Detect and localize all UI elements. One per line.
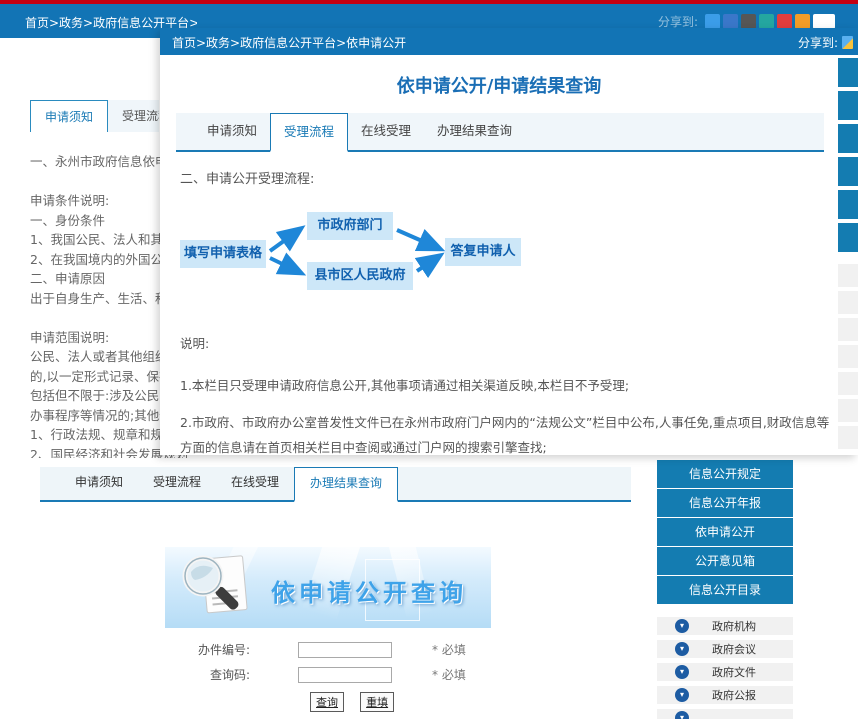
sidebar-button-disclosure-catalog[interactable]: 信息公开目录 — [657, 576, 793, 604]
query-button[interactable]: 查询 — [310, 692, 344, 712]
tab-acceptance-process[interactable]: 受理流程 — [138, 467, 216, 500]
flow-step-reply-applicant: 答复申请人 — [445, 238, 521, 266]
sidebar-button-disclosure-on-request[interactable]: 依申请公开 — [657, 518, 793, 546]
covered-accordion-sliver[interactable] — [838, 372, 858, 395]
tab-online-acceptance[interactable]: 在线受理 — [348, 113, 424, 150]
query-code-label: 查询码: — [170, 666, 250, 683]
tab-result-query[interactable]: 办理结果查询 — [294, 467, 398, 502]
share-more-button[interactable] — [813, 14, 835, 29]
note-line-2: 2.市政府、市政府办公室普发性文件已在永州市政府门户网内的“法规公文”栏目中公布… — [180, 410, 830, 460]
process-flow-diagram: 填写申请表格 市政府部门 县市区人民政府 答复申请人 — [170, 203, 550, 298]
sidebar-accordion: ▾ 政府机构 ▾ 政府会议 ▾ 政府文件 ▾ 政府公报 ▾ — [657, 617, 793, 719]
accordion-item-gov-documents[interactable]: ▾ 政府文件 — [657, 663, 793, 681]
share-label: 分享到: — [798, 34, 838, 51]
reset-button[interactable]: 重填 — [360, 692, 394, 712]
chevron-down-icon: ▾ — [675, 688, 689, 702]
page-title: 依申请公开/申请结果查询 — [160, 72, 838, 98]
query-banner: 依申请公开查询 — [165, 547, 491, 628]
flow-step-county-governments: 县市区人民政府 — [307, 262, 413, 290]
share-qzone-icon[interactable] — [795, 14, 810, 29]
share-weibo-icon[interactable] — [777, 14, 792, 29]
chevron-down-icon: ▾ — [675, 619, 689, 633]
sidebar-button-suggestion-box[interactable]: 公开意见箱 — [657, 547, 793, 575]
share-icon[interactable] — [842, 36, 853, 49]
covered-sidebar-button-sliver[interactable] — [838, 58, 858, 87]
required-hint: * 必填 — [432, 641, 466, 658]
banner-title: 依申请公开查询 — [271, 573, 467, 608]
share-baidu-icon[interactable] — [723, 14, 738, 29]
chevron-down-icon: ▾ — [675, 665, 689, 679]
accordion-label: 政府文件 — [689, 664, 793, 680]
covered-sidebar-button-sliver[interactable] — [838, 223, 858, 252]
form-buttons: 查询 重填 — [170, 691, 466, 712]
covered-sidebar-slivers — [838, 58, 858, 256]
accordion-item-gov-meetings[interactable]: ▾ 政府会议 — [657, 640, 793, 658]
page: 首页>政务>政府信息公开平台>依申请公开 分享到: 申请须知 受理流程 一、永州… — [0, 0, 858, 719]
tab-application-notice[interactable]: 申请须知 — [30, 100, 108, 132]
flow-step-fill-form: 填写申请表格 — [180, 240, 266, 268]
covered-accordion-sliver[interactable] — [838, 426, 858, 449]
section-heading: 二、申请公开受理流程: — [180, 168, 314, 187]
sidebar-button-disclosure-rules[interactable]: 信息公开规定 — [657, 460, 793, 488]
sidebar-button-annual-report[interactable]: 信息公开年报 — [657, 489, 793, 517]
tab-acceptance-process[interactable]: 受理流程 — [108, 100, 159, 132]
flow-step-city-departments: 市政府部门 — [307, 212, 393, 240]
query-code-row: 查询码: * 必填 — [170, 666, 466, 683]
tab-result-query[interactable]: 办理结果查询 — [424, 113, 525, 150]
share-wechat-icon[interactable] — [759, 14, 774, 29]
accordion-item-gov-gazette[interactable]: ▾ 政府公报 — [657, 686, 793, 704]
covered-sidebar-button-sliver[interactable] — [838, 157, 858, 186]
covered-accordion-sliver[interactable] — [838, 318, 858, 341]
query-code-input[interactable] — [298, 667, 392, 683]
covered-sidebar-button-sliver[interactable] — [838, 190, 858, 219]
covered-sidebar-button-sliver[interactable] — [838, 91, 858, 120]
magnifier-document-icon — [177, 552, 251, 628]
tab-online-acceptance[interactable]: 在线受理 — [216, 467, 294, 500]
tab-application-notice[interactable]: 申请须知 — [60, 467, 138, 500]
overlay-panel: 首页>政务>政府信息公开平台>依申请公开 分享到: 依申请公开/申请结果查询 申… — [160, 28, 858, 455]
accordion-item-gov-agencies[interactable]: ▾ 政府机构 — [657, 617, 793, 635]
overlay-tab-bar: 申请须知 受理流程 在线受理 办理结果查询 — [176, 113, 824, 152]
breadcrumb[interactable]: 首页>政务>政府信息公开平台>依申请公开 — [172, 34, 406, 51]
tab-acceptance-process[interactable]: 受理流程 — [270, 113, 348, 152]
note-line-1: 1.本栏目只受理申请政府信息公开,其他事项请通过相关渠道反映,本栏目不予受理; — [180, 375, 830, 394]
share-bar: 分享到: — [798, 34, 853, 51]
accordion-label: 政府机构 — [689, 618, 793, 634]
accordion-item-partial[interactable]: ▾ — [657, 709, 793, 719]
chevron-down-icon: ▾ — [675, 642, 689, 656]
notes-title: 说明: — [180, 333, 209, 352]
covered-sidebar-button-sliver[interactable] — [838, 124, 858, 153]
overlay-breadcrumb-bar: 首页>政务>政府信息公开平台>依申请公开 分享到: — [160, 28, 858, 55]
required-hint: * 必填 — [432, 666, 466, 683]
covered-accordion-sliver[interactable] — [838, 264, 858, 287]
case-number-row: 办件编号: * 必填 — [170, 641, 466, 658]
background-tab-bar: 申请须知 受理流程 — [30, 100, 159, 132]
covered-accordion-slivers — [838, 264, 858, 453]
case-number-input[interactable] — [298, 642, 392, 658]
accordion-label: 政府公报 — [689, 687, 793, 703]
share-douban-icon[interactable] — [741, 14, 756, 29]
result-query-form: 办件编号: * 必填 查询码: * 必填 查询 重填 — [170, 641, 466, 712]
covered-accordion-sliver[interactable] — [838, 291, 858, 314]
covered-accordion-sliver[interactable] — [838, 345, 858, 368]
accordion-label: 政府会议 — [689, 641, 793, 657]
chevron-down-icon: ▾ — [675, 711, 689, 719]
case-number-label: 办件编号: — [170, 641, 250, 658]
top-red-divider — [0, 0, 858, 4]
info-disclosure-sidebar: 信息公开规定 信息公开年报 依申请公开 公开意见箱 信息公开目录 ▾ 政府机构 … — [657, 460, 793, 719]
result-query-tab-bar: 申请须知 受理流程 在线受理 办理结果查询 — [40, 467, 631, 502]
covered-accordion-sliver[interactable] — [838, 399, 858, 422]
share-qq-icon[interactable] — [705, 14, 720, 29]
tab-application-notice[interactable]: 申请须知 — [194, 113, 270, 150]
